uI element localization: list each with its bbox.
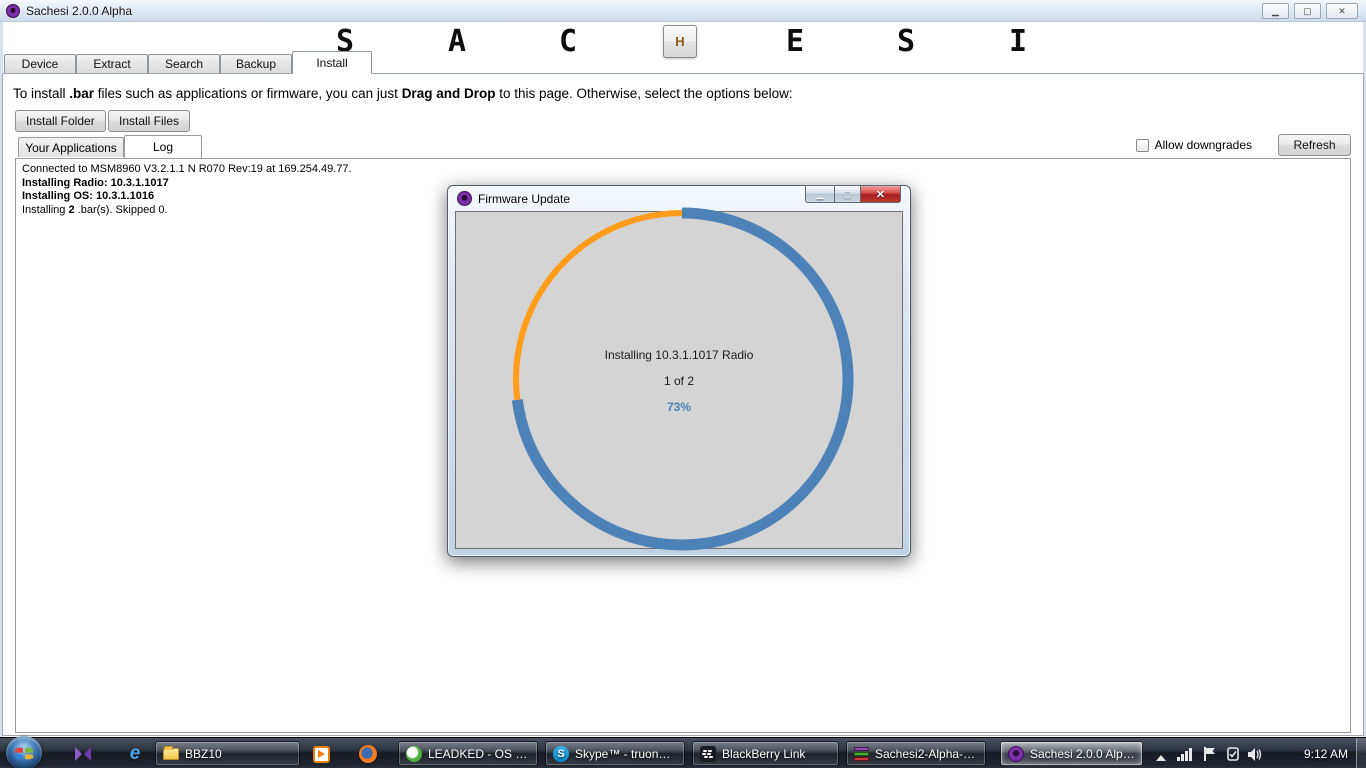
windows-flag-icon — [14, 744, 34, 762]
banner-letter: A — [448, 24, 466, 59]
banner-h-button[interactable]: H — [663, 25, 697, 58]
taskbar-button-bbz10[interactable]: BBZ10 — [155, 741, 300, 766]
banner-letter: I — [1009, 24, 1027, 59]
dialog-title: Firmware Update — [478, 192, 570, 206]
subtab-log[interactable]: Log — [124, 135, 202, 158]
install-instruction: To install .bar files such as applicatio… — [13, 86, 793, 101]
internet-explorer-icon[interactable]: e — [122, 742, 148, 766]
tab-install[interactable]: Install — [292, 51, 372, 74]
firefox-icon[interactable] — [355, 742, 381, 766]
close-button[interactable]: ✕ — [1326, 3, 1358, 19]
dialog-content: Installing 10.3.1.1017 Radio 1 of 2 73% — [455, 211, 903, 549]
dialog-progress-percent: 73% — [456, 400, 902, 414]
tab-search[interactable]: Search — [148, 54, 220, 73]
start-button[interactable] — [6, 736, 42, 768]
sachesi-app-icon — [6, 4, 20, 18]
media-player-icon[interactable] — [308, 742, 334, 766]
banner-letter: C — [559, 24, 577, 59]
dialog-status-line2: 1 of 2 — [456, 374, 902, 388]
volume-icon[interactable] — [1247, 746, 1264, 761]
allow-downgrades-checkbox[interactable] — [1136, 139, 1149, 152]
sachesi-dialog-icon — [457, 191, 472, 206]
ring-remaining-arc — [516, 213, 682, 400]
log-line: Connected to MSM8960 V3.2.1.1 N R070 Rev… — [22, 163, 1344, 177]
taskbar-button-leadked[interactable]: LEADKED - OS 10.3... — [398, 741, 538, 766]
subtab-your-applications[interactable]: Your Applications — [18, 137, 124, 157]
app-titlebar: Sachesi 2.0.0 Alpha ▁ ▢ ✕ — [0, 0, 1366, 22]
minimize-button[interactable]: ▁ — [1262, 3, 1289, 19]
kmplayer-icon[interactable] — [70, 742, 96, 766]
blackberry-icon — [700, 746, 716, 762]
refresh-button[interactable]: Refresh — [1278, 134, 1351, 156]
dialog-maximize-button[interactable]: ▢ — [834, 185, 861, 203]
safely-remove-hardware-icon[interactable] — [1224, 746, 1241, 761]
dialog-status-line1: Installing 10.3.1.1017 Radio — [456, 348, 902, 362]
taskbar-button-skype[interactable]: S Skype™ - truong-p... — [545, 741, 685, 766]
dialog-minimize-button[interactable]: ▁ — [805, 185, 834, 203]
desktop: Sachesi 2.0.0 Alpha ▁ ▢ ✕ S A C H E S I … — [0, 0, 1366, 768]
tab-backup[interactable]: Backup — [220, 54, 292, 73]
maximize-button[interactable]: ▢ — [1294, 3, 1321, 19]
install-files-button[interactable]: Install Files — [108, 110, 190, 132]
tray-expand-icon[interactable] — [1152, 746, 1169, 761]
allow-downgrades-label: Allow downgrades — [1155, 138, 1252, 152]
network-signal-icon[interactable] — [1176, 746, 1193, 761]
action-center-flag-icon[interactable] — [1201, 746, 1218, 761]
taskbar: e BBZ10 LEADKED - OS 10.3... S Skype™ - … — [0, 737, 1366, 768]
tab-extract[interactable]: Extract — [76, 54, 148, 73]
leadked-icon — [406, 746, 422, 762]
show-desktop-button[interactable] — [1356, 738, 1366, 768]
winrar-icon — [854, 747, 869, 761]
banner-letter: S — [897, 24, 915, 59]
firmware-update-dialog: Firmware Update ▁ ▢ ✕ Installing 10.3.1.… — [447, 185, 911, 557]
tab-device[interactable]: Device — [4, 54, 76, 73]
app-title: Sachesi 2.0.0 Alpha — [26, 4, 132, 18]
taskbar-button-sachesi[interactable]: Sachesi 2.0.0 Alpha — [1000, 741, 1143, 766]
dialog-close-button[interactable]: ✕ — [861, 185, 901, 203]
banner-letter: E — [786, 24, 804, 59]
skype-icon: S — [553, 746, 569, 762]
folder-icon — [163, 748, 179, 760]
taskbar-button-blackberry-link[interactable]: BlackBerry Link — [692, 741, 839, 766]
taskbar-clock[interactable]: 9:12 AM — [1304, 738, 1348, 768]
sachesi-icon — [1008, 746, 1024, 762]
taskbar-button-sachesi-zip[interactable]: Sachesi2-Alpha-Wi... — [846, 741, 986, 766]
install-folder-button[interactable]: Install Folder — [15, 110, 106, 132]
